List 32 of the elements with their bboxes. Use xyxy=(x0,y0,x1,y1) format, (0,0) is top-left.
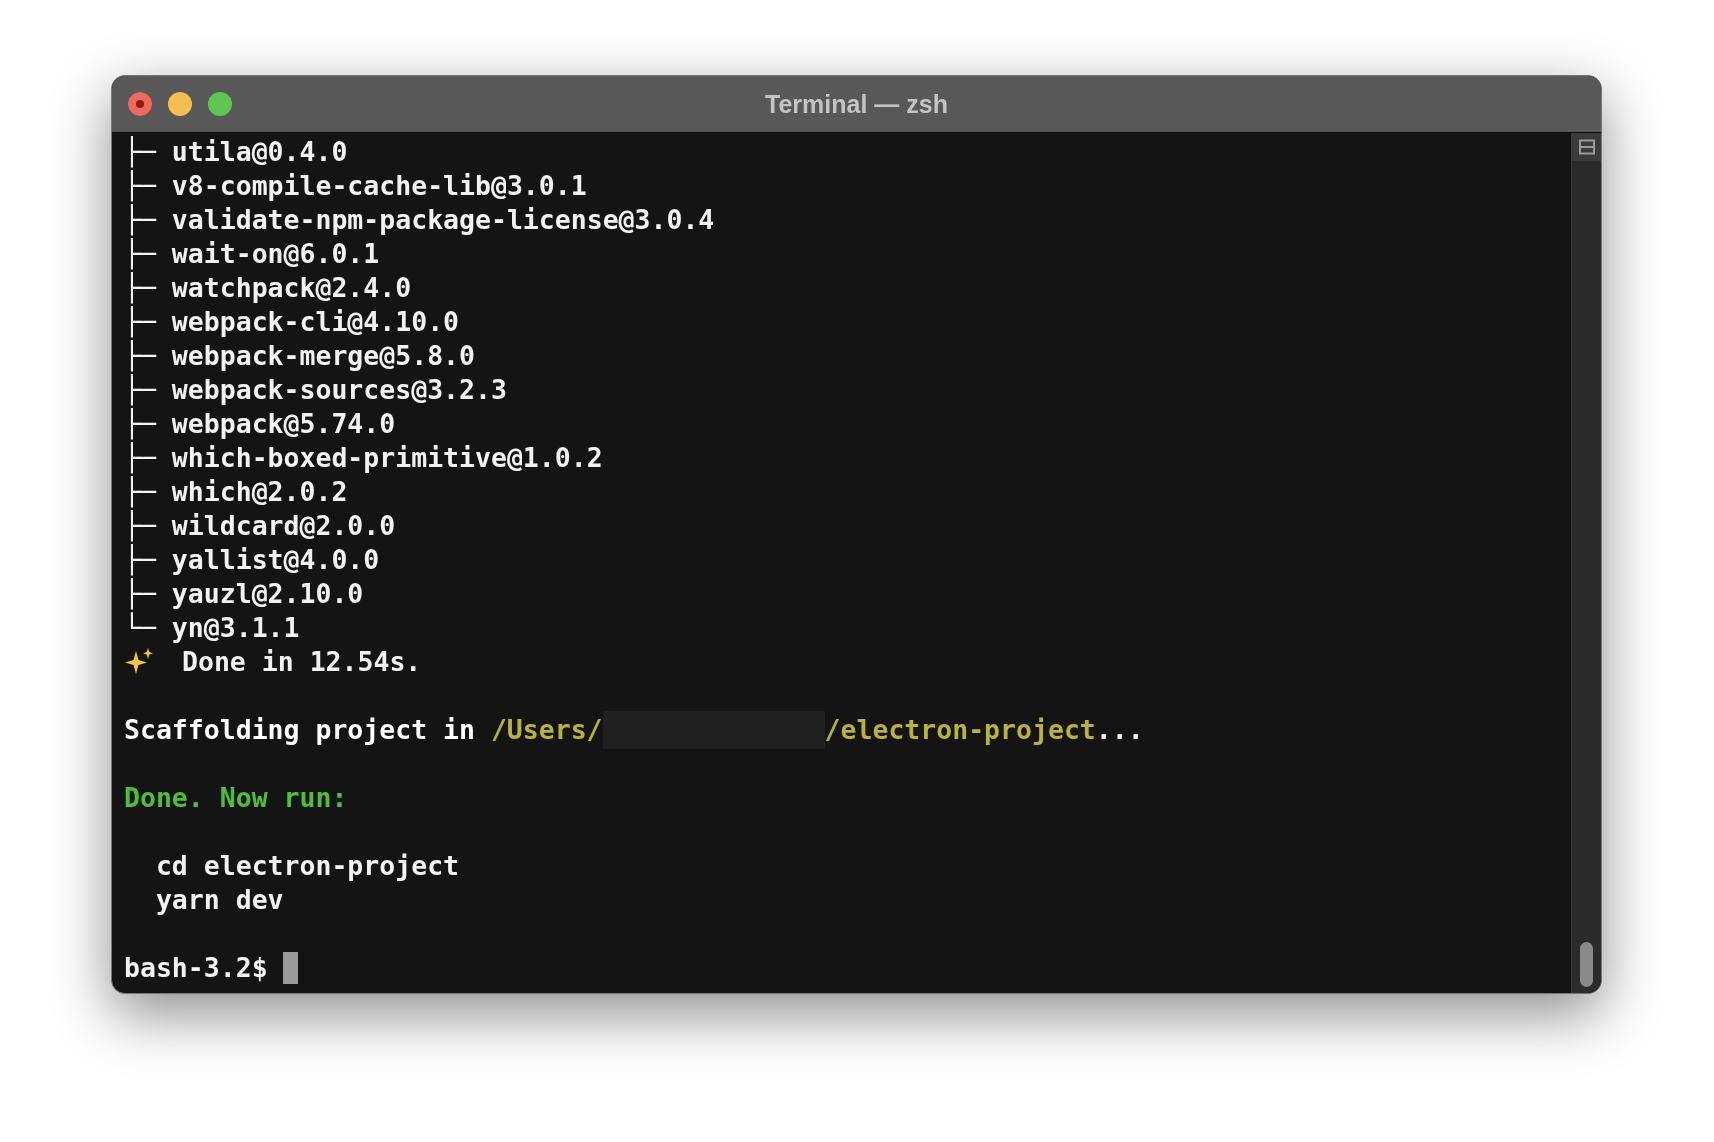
output-text: ... xyxy=(1095,713,1144,747)
output-line: ├─ which-boxed-primitive@1.0.2 xyxy=(124,441,603,475)
output-text: Scaffolding project in xyxy=(124,713,475,747)
output-line: └─ yn@3.1.1 xyxy=(124,611,300,645)
output-line: ├─ webpack-merge@5.8.0 xyxy=(124,339,475,373)
output-line: ├─ validate-npm-package-license@3.0.4 xyxy=(124,203,715,237)
output-line: Done in 12.54s. xyxy=(182,645,422,679)
output-text: /Users/ xyxy=(490,713,603,747)
close-icon[interactable] xyxy=(128,92,152,116)
output-line: ├─ webpack-cli@4.10.0 xyxy=(124,305,460,339)
text-cursor xyxy=(282,952,298,984)
output-line: ├─ wait-on@6.0.1 xyxy=(124,237,380,271)
shell-prompt: bash-3.2$ xyxy=(124,951,268,985)
output-line: ├─ watchpack@2.4.0 xyxy=(124,271,412,305)
split-pane-icon[interactable] xyxy=(1578,139,1595,155)
output-line: ├─ v8-compile-cache-lib@3.0.1 xyxy=(124,169,587,203)
output-text: /electron-project xyxy=(824,713,1096,747)
output-line: Done. Now run: xyxy=(124,781,348,815)
output-line: yarn dev xyxy=(154,883,284,917)
output-line: cd electron-project xyxy=(154,849,460,883)
output-line: ├─ yallist@4.0.0 xyxy=(124,543,380,577)
minimize-icon[interactable] xyxy=(168,92,192,116)
output-line: ├─ webpack@5.74.0 xyxy=(124,407,396,441)
output-line: ├─ yauzl@2.10.0 xyxy=(124,577,364,611)
scroll-thumb[interactable] xyxy=(1580,942,1593,987)
output-line: ├─ wildcard@2.0.0 xyxy=(124,509,396,543)
scroll-bar[interactable] xyxy=(1571,133,1601,993)
window-title: Terminal — zsh xyxy=(765,89,948,119)
output-line: ├─ which@2.0.2 xyxy=(124,475,348,509)
output-line: ├─ webpack-sources@3.2.3 xyxy=(124,373,507,407)
output-line: ├─ utila@0.4.0 xyxy=(124,135,348,169)
maximize-icon[interactable] xyxy=(208,92,232,116)
